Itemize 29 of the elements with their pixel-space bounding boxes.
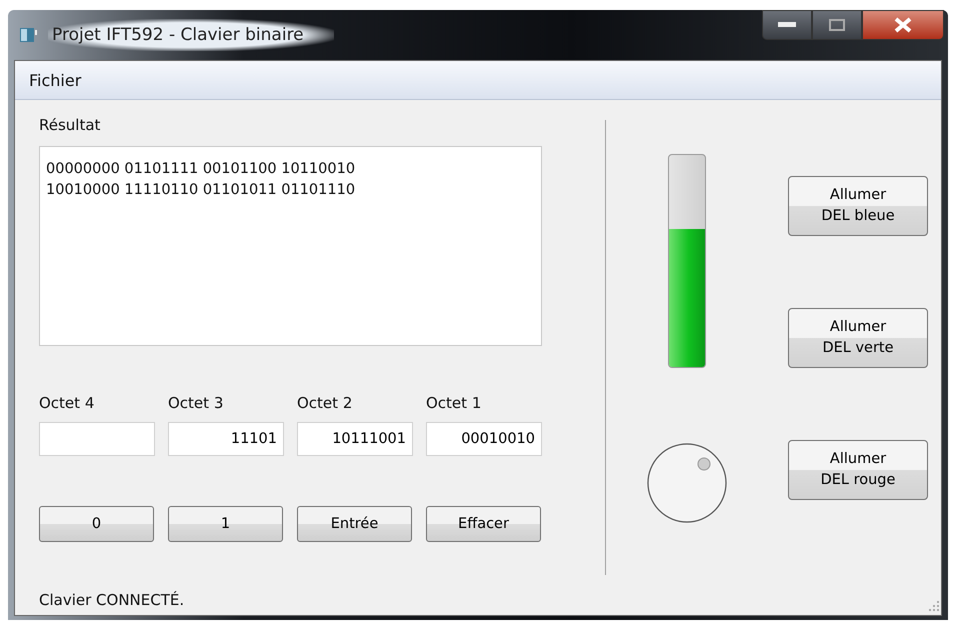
close-button[interactable] [862, 10, 944, 40]
keypad-button[interactable]: Entrée [297, 506, 412, 542]
maximize-button[interactable] [812, 10, 862, 40]
close-icon [893, 17, 913, 33]
octet-field[interactable] [39, 422, 155, 456]
keypad-button[interactable]: Effacer [426, 506, 541, 542]
dial[interactable] [646, 442, 728, 524]
window-title: Projet IFT592 - Clavier binaire [48, 19, 334, 51]
led-button[interactable]: Allumer DEL rouge [788, 440, 928, 500]
menu-item[interactable]: Fichier [25, 68, 86, 92]
octet-label: Octet 2 [297, 394, 354, 412]
octet-label: Octet 4 [39, 394, 96, 412]
octet-field[interactable]: 00010010 [426, 422, 542, 456]
result-label: Résultat [39, 116, 102, 134]
maximize-icon [829, 19, 845, 31]
keypad-button[interactable]: 1 [168, 506, 283, 542]
octet-field[interactable]: 11101 [168, 422, 284, 456]
resize-grip-icon[interactable] [928, 600, 940, 612]
octet-label: Octet 3 [168, 394, 224, 412]
app-icon [20, 28, 38, 42]
octet-label: Octet 1 [426, 394, 482, 412]
led-button[interactable]: Allumer DEL bleue [788, 176, 928, 236]
result-text-area[interactable]: 00000000 01101111 00101100 10110010 10010000 11110110 01101011 01101110 [39, 146, 542, 346]
octet-field[interactable]: 10111001 [297, 422, 413, 456]
keypad-button[interactable]: 0 [39, 506, 154, 542]
minimize-button[interactable] [762, 10, 812, 40]
minimize-icon [778, 22, 796, 28]
led-button[interactable]: Allumer DEL verte [788, 308, 928, 368]
status-text: Clavier CONNECTÉ. [39, 591, 186, 611]
